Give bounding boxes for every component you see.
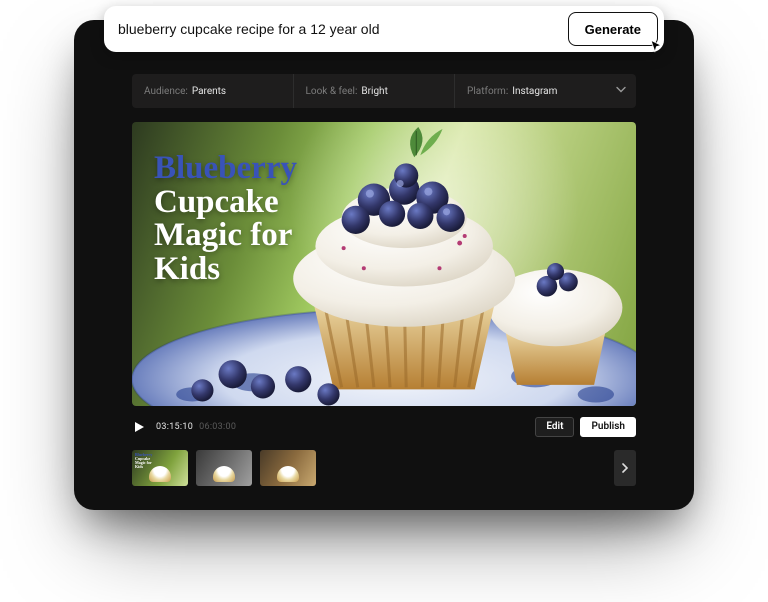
audience-select[interactable]: Audience: Parents (132, 74, 294, 108)
generator-card: Generate Audience: Parents Look & feel: … (74, 20, 694, 510)
prompt-bar: Generate (104, 6, 664, 52)
look-label: Look & feel: (306, 86, 358, 97)
next-thumbnails-button[interactable] (614, 450, 636, 486)
video-title: Blueberry Cupcake Magic for Kids (154, 152, 297, 287)
title-line-2: Cupcake (154, 186, 297, 220)
chevron-right-icon (621, 463, 629, 473)
playback-controls: 03:15:10 06:03:00 Edit Publish (132, 416, 636, 438)
edit-button[interactable]: Edit (535, 417, 574, 437)
title-line-3: Magic for (154, 219, 297, 253)
generate-button-label: Generate (585, 22, 641, 37)
publish-button[interactable]: Publish (580, 417, 636, 437)
thumbnails-row: Blueberry Cupcake Magic for Kids (132, 450, 636, 486)
audience-value: Parents (192, 86, 226, 97)
chevron-down-icon (616, 85, 626, 98)
generate-button[interactable]: Generate (568, 12, 658, 46)
look-select[interactable]: Look & feel: Bright (294, 74, 456, 108)
platform-select[interactable]: Platform: Instagram (455, 74, 636, 108)
time-current: 03:15:10 (156, 422, 193, 432)
audience-label: Audience: (144, 86, 188, 97)
play-icon (133, 421, 145, 433)
play-button[interactable] (132, 420, 146, 434)
platform-value: Instagram (512, 86, 557, 97)
look-value: Bright (361, 86, 387, 97)
edit-button-label: Edit (546, 421, 563, 432)
platform-label: Platform: (467, 86, 508, 97)
title-line-4: Kids (154, 253, 297, 287)
thumbnail-1-title: Blueberry Cupcake Magic for Kids (135, 453, 152, 470)
thumbnail-2[interactable] (196, 450, 252, 486)
thumbnail-1[interactable]: Blueberry Cupcake Magic for Kids (132, 450, 188, 486)
video-preview[interactable]: Blueberry Cupcake Magic for Kids (132, 122, 636, 406)
publish-button-label: Publish (591, 421, 625, 432)
title-line-1: Blueberry (154, 152, 297, 186)
time-total: 06:03:00 (199, 422, 236, 432)
options-row: Audience: Parents Look & feel: Bright Pl… (132, 74, 636, 108)
thumbnail-3[interactable] (260, 450, 316, 486)
cursor-icon (649, 39, 663, 53)
prompt-input[interactable] (118, 21, 568, 37)
